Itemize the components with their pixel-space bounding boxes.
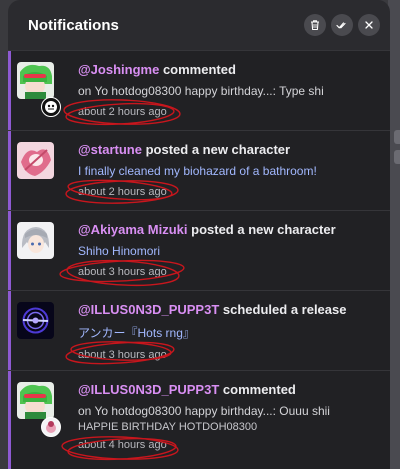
close-button[interactable] (358, 14, 380, 36)
avatar-badge (41, 417, 61, 437)
unread-indicator (8, 211, 11, 290)
mark-all-read-button[interactable] (331, 14, 353, 36)
unread-indicator (8, 371, 11, 469)
unread-indicator (8, 131, 11, 210)
notification-action: commented (162, 62, 236, 77)
notification-item[interactable]: @Akiyama Mizuki posted a new character S… (8, 210, 390, 290)
notification-time: about 2 hours ago (78, 186, 167, 198)
notification-time: about 4 hours ago (78, 439, 167, 451)
notification-detail[interactable]: on Yo hotdog08300 happy birthday...: Ouu… (78, 404, 384, 418)
character-link[interactable]: Shiho Hinomori (78, 244, 384, 258)
header-actions (304, 14, 380, 36)
notifications-panel: Notifications @Joshingme commented on Yo… (8, 0, 390, 469)
username-link[interactable]: @Joshingme (78, 62, 159, 77)
notification-title: @startune posted a new character (78, 142, 384, 157)
close-icon (365, 21, 373, 29)
background-element (394, 150, 400, 164)
avatar[interactable] (17, 222, 54, 259)
panel-title: Notifications (28, 16, 119, 34)
notification-detail[interactable]: on Yo hotdog08300 happy birthday...: Typ… (78, 84, 384, 98)
notification-item[interactable]: @startune posted a new character I final… (8, 130, 390, 210)
avatar[interactable] (17, 382, 54, 419)
character-link[interactable]: I finally cleaned my biohazard of a bath… (78, 164, 384, 178)
notification-time: about 3 hours ago (78, 266, 167, 278)
notification-title: @Joshingme commented (78, 62, 384, 77)
notification-title: @ILLUS0N3D_PUPP3T commented (78, 382, 384, 397)
notification-action: commented (222, 382, 296, 397)
avatar[interactable] (17, 142, 54, 179)
background-element (394, 130, 400, 144)
notification-list: @Joshingme commented on Yo hotdog08300 h… (8, 50, 390, 469)
double-check-icon (336, 22, 346, 29)
notification-title: @ILLUS0N3D_PUPP3T scheduled a release (78, 302, 384, 317)
release-link[interactable]: アンカー『Hots rng』 (78, 324, 384, 341)
avatar[interactable] (17, 62, 54, 99)
notification-action: scheduled a release (222, 302, 347, 317)
delete-all-button[interactable] (304, 14, 326, 36)
notification-action: posted a new character (145, 142, 291, 157)
username-link[interactable]: @startune (78, 142, 142, 157)
notification-action: posted a new character (191, 222, 336, 237)
unread-indicator (8, 291, 11, 370)
unread-indicator (8, 51, 11, 130)
notification-title: @Akiyama Mizuki posted a new character (78, 222, 384, 237)
notification-time: about 3 hours ago (78, 349, 167, 361)
notification-item[interactable]: @ILLUS0N3D_PUPP3T commented on Yo hotdog… (8, 370, 390, 469)
username-link[interactable]: @Akiyama Mizuki (78, 222, 188, 237)
username-link[interactable]: @ILLUS0N3D_PUPP3T (78, 382, 219, 397)
username-link[interactable]: @ILLUS0N3D_PUPP3T (78, 302, 219, 317)
notification-detail-continued[interactable]: HAPPIE BIRTHDAY HOTDOH08300 (78, 421, 384, 433)
avatar-badge (41, 97, 61, 117)
notification-time: about 2 hours ago (78, 106, 167, 118)
trash-icon (311, 20, 319, 31)
notification-item[interactable]: @Joshingme commented on Yo hotdog08300 h… (8, 50, 390, 130)
avatar[interactable] (17, 302, 54, 339)
panel-header: Notifications (8, 0, 390, 50)
notification-item[interactable]: @ILLUS0N3D_PUPP3T scheduled a release アン… (8, 290, 390, 370)
